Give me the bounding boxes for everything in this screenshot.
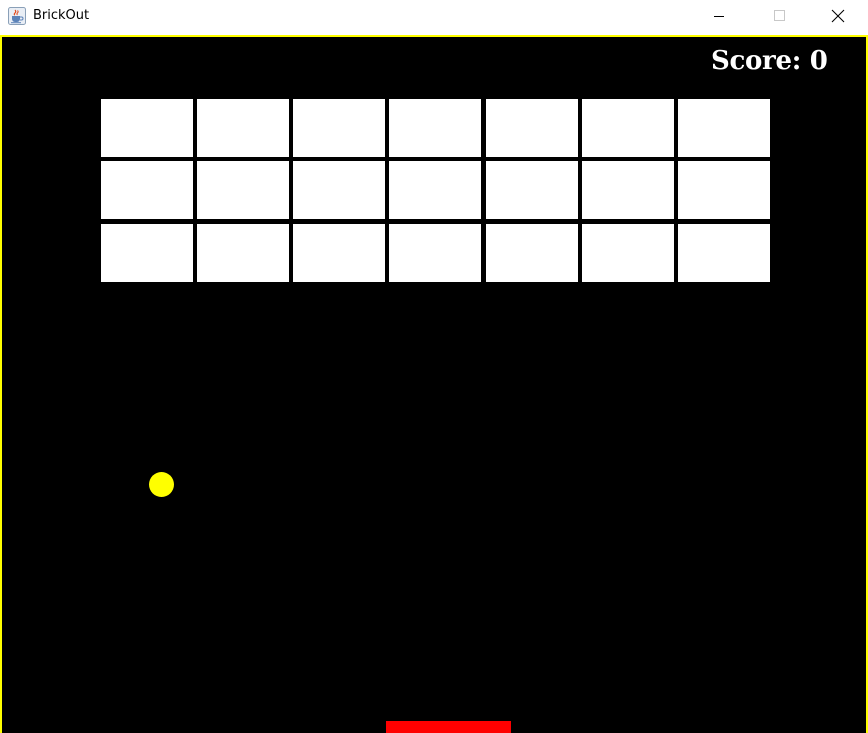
brick-r2-c5 (486, 161, 578, 219)
brick-r1-c7 (678, 99, 770, 157)
brick-r3-c6 (582, 224, 674, 282)
brick-r3-c1 (101, 224, 193, 282)
maximize-button[interactable] (756, 0, 802, 32)
brick-r3-c4 (389, 224, 481, 282)
game-window: BrickOut Score: 0 (0, 0, 868, 733)
brick-r3-c5 (486, 224, 578, 282)
brick-r1-c4 (389, 99, 481, 157)
minimize-icon (714, 16, 724, 17)
java-cup-icon (8, 7, 26, 25)
brick-r2-c3 (293, 161, 385, 219)
window-title: BrickOut (33, 8, 90, 23)
brick-r2-c6 (582, 161, 674, 219)
brick-r1-c5 (486, 99, 578, 157)
score-label: Score: (711, 46, 801, 76)
score-display: Score: 0 (711, 46, 828, 76)
brick-r2-c7 (678, 161, 770, 219)
close-button[interactable] (815, 0, 861, 32)
paddle[interactable] (386, 721, 511, 733)
minimize-button[interactable] (697, 0, 743, 32)
brick-r1-c2 (197, 99, 289, 157)
brick-r2-c4 (389, 161, 481, 219)
brick-r2-c1 (101, 161, 193, 219)
title-bar[interactable]: BrickOut (0, 0, 868, 35)
brick-r3-c2 (197, 224, 289, 282)
brick-r2-c2 (197, 161, 289, 219)
maximize-icon (774, 10, 785, 21)
score-value: 0 (809, 46, 828, 76)
brick-r3-c7 (678, 224, 770, 282)
brick-r1-c1 (101, 99, 193, 157)
brick-r1-c3 (293, 99, 385, 157)
close-icon (831, 9, 845, 23)
brick-r3-c3 (293, 224, 385, 282)
ball (149, 472, 174, 497)
brick-r1-c6 (582, 99, 674, 157)
